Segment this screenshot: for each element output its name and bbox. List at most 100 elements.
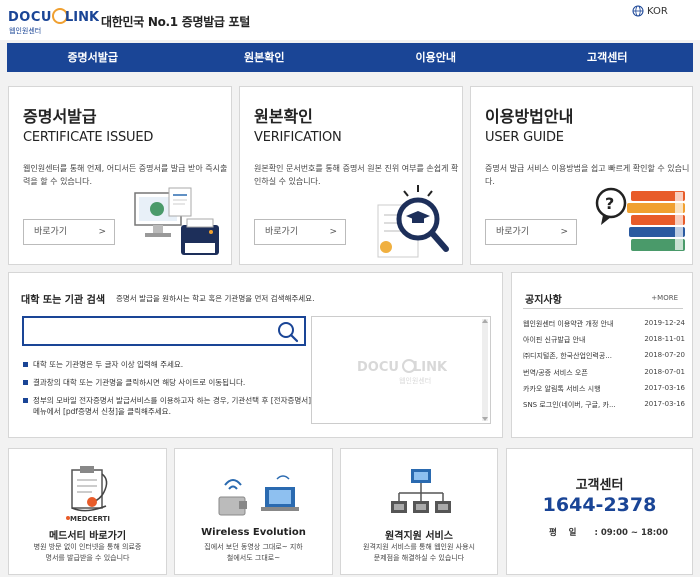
notice-item-title: 웹인원센터 이용약관 개정 안내 (523, 320, 614, 328)
search-title: 대학 또는 기관 검색 (21, 295, 106, 306)
customer-center-title: 고객센터 (575, 478, 624, 493)
medical-clipboard-icon: MEDCERTI (66, 466, 110, 523)
notice-item-title: 아이핀 신규발급 안내 (523, 336, 586, 345)
notice-item[interactable]: SNS 로그인(네이버, 구글, 카... 2017-03-16 (523, 400, 685, 416)
service-description: 집에서 보던 동영상 그대로~ 지하철에서도 그대로~ (204, 543, 303, 562)
notice-item-date: 2017-03-16 (644, 383, 685, 392)
scroll-down-arrow-icon[interactable] (482, 417, 488, 421)
doculink-logo[interactable]: DOCU LINK 웹인원센터 (7, 6, 99, 36)
notice-title: 공지사항 (525, 295, 562, 306)
service-title: Wireless Evolution (201, 527, 306, 538)
bullet-icon (23, 380, 28, 385)
service-title: 원격지원 서비스 (385, 531, 453, 542)
nav-item-guide[interactable]: 이용안내 (350, 43, 522, 72)
page: DOCU LINK 웹인원센터 대한민국 No.1 증명발급 포털 KOR 증명… (0, 0, 700, 577)
divider (523, 308, 683, 309)
card-subtitle: USER GUIDE (485, 130, 564, 145)
notice-item-date: 2018-07-01 (644, 367, 685, 376)
notice-item-title: ㈜디지털존, 한국산업인력공... (523, 352, 612, 361)
chevron-right-icon: > (98, 227, 106, 237)
customer-center-hours: 평 일 : 09:00 ~ 18:00 (549, 526, 668, 538)
notice-item[interactable]: ㈜디지털존, 한국산업인력공... 2018-07-20 (523, 351, 685, 367)
notice-item[interactable]: 아이핀 신규발급 안내 2018-11-01 (523, 335, 685, 351)
card-subtitle: CERTIFICATE ISSUED (23, 130, 154, 145)
svg-text:?: ? (605, 194, 614, 213)
card-title: 증명서발급 (23, 107, 97, 126)
bullet-icon (23, 362, 28, 367)
notice-item-title: 카카오 알림톡 서비스 시행 (523, 384, 601, 393)
language-selector[interactable]: KOR (632, 5, 668, 17)
notice-item[interactable]: 카카오 알림톡 서비스 시행 2017-03-16 (523, 384, 685, 400)
note-text: 대학 또는 기관명은 두 글자 이상 입력해 주세요. (33, 360, 184, 369)
chevron-right-icon: > (329, 227, 337, 237)
logo-sub: 웹인원센터 (9, 26, 41, 35)
nav-item-customer-center[interactable]: 고객센터 (522, 43, 694, 72)
scroll-up-arrow-icon[interactable] (482, 319, 488, 323)
service-medcerti[interactable]: MEDCERTI 메드서티 바로가기 병원 방문 없이 인터넷을 통해 의료증명… (8, 448, 167, 575)
site-slogan: 대한민국 No.1 증명발급 포털 (101, 15, 251, 29)
wireless-devices-icon (218, 475, 299, 516)
go-button-label: 바로가기 (496, 227, 530, 237)
notice-item[interactable]: 웹인원센터 이용약관 개정 안내 2019-12-24 (523, 319, 685, 335)
notice-item-date: 2018-07-20 (644, 351, 685, 360)
search-note: 결과창의 대학 또는 기관명을 클릭하시면 해당 사이트로 이동됩니다. (23, 377, 313, 388)
notice-item-date: 2019-12-24 (644, 319, 685, 327)
nav-item-certificate[interactable]: 증명서발급 (7, 43, 179, 72)
notice-item-title: 번역/공증 서비스 오픈 (523, 368, 588, 377)
globe-icon (632, 5, 644, 17)
note-text: 정부의 모바일 전자증명서 발급서비스를 이용하고자 하는 경우, 기관선택 후… (33, 396, 312, 416)
card-certificate: 증명서발급 CERTIFICATE ISSUED 웹인원센터를 통해 언제, 어… (8, 86, 232, 265)
card-user-guide: 이용방법안내 USER GUIDE 증명서 발급 서비스 이용방법을 쉽고 빠르… (470, 86, 693, 265)
search-note: 정부의 모바일 전자증명서 발급서비스를 이용하고자 하는 경우, 기관선택 후… (23, 395, 313, 417)
logo-text-link: LINK (65, 10, 99, 25)
computer-printer-icon (134, 187, 219, 255)
question-books-icon: ? (595, 187, 685, 251)
watermark-logo: DOCU LINK 웹인원센터 (357, 359, 447, 385)
search-input[interactable] (28, 321, 268, 341)
notice-panel: 공지사항 +MORE 웹인원센터 이용약관 개정 안내 2019-12-24 아이… (511, 272, 693, 438)
watermark-link: LINK (413, 360, 447, 375)
service-description: 병원 방문 없이 인터넷을 통해 의료증명서를 발급받을 수 있습니다 (33, 543, 142, 562)
scrollbar[interactable] (482, 319, 488, 421)
notice-item-title: SNS 로그인(네이버, 구글, 카... (523, 400, 616, 409)
search-notes: 대학 또는 기관명은 두 글자 이상 입력해 주세요. 결과창의 대학 또는 기… (23, 359, 313, 424)
notice-more-link[interactable]: +MORE (651, 294, 678, 302)
go-button-guide[interactable]: 바로가기 > (485, 219, 577, 245)
hours-label: 평 일 (549, 528, 577, 538)
watermark-docu: DOCU (357, 360, 399, 375)
search-note: 대학 또는 기관명은 두 글자 이상 입력해 주세요. (23, 359, 313, 370)
service-wireless[interactable]: Wireless Evolution 집에서 보던 동영상 그대로~ 지하철에서… (174, 448, 333, 575)
customer-center-panel: 고객센터 1644-2378 평 일 : 09:00 ~ 18:00 (506, 448, 693, 575)
service-remote-support[interactable]: 원격지원 서비스 원격지원 서비스를 통해 웹인원 사용시 문제점을 해결하실 … (340, 448, 498, 575)
service-title: 메드서티 바로가기 (48, 531, 127, 542)
chevron-right-icon: > (560, 227, 568, 237)
notice-item[interactable]: 번역/공증 서비스 오픈 2018-07-01 (523, 368, 685, 384)
magnifier-certificate-icon (377, 185, 449, 258)
go-button-certificate[interactable]: 바로가기 > (23, 219, 115, 245)
main-nav: 증명서발급 원본확인 이용안내 고객센터 (7, 43, 693, 72)
search-box (22, 316, 306, 346)
customer-center-phone: 1644-2378 (542, 494, 657, 516)
note-text: 결과창의 대학 또는 기관명을 클릭하시면 해당 사이트로 이동됩니다. (33, 378, 246, 387)
header: DOCU LINK 웹인원센터 대한민국 No.1 증명발급 포털 KOR (0, 0, 700, 40)
card-subtitle: VERIFICATION (254, 130, 342, 145)
institution-search-panel: 대학 또는 기관 검색 증명서 발급을 원하시는 학교 혹은 기관명을 먼저 검… (8, 272, 503, 438)
watermark-sub: 웹인원센터 (399, 376, 431, 385)
card-title: 원본확인 (254, 107, 313, 126)
notice-list: 웹인원센터 이용약관 개정 안내 2019-12-24 아이핀 신규발급 안내 20… (523, 319, 685, 416)
card-title: 이용방법안내 (485, 107, 574, 126)
search-icon[interactable] (277, 321, 299, 343)
search-results-preview: DOCU LINK 웹인원센터 (311, 316, 491, 424)
go-button-verification[interactable]: 바로가기 > (254, 219, 346, 245)
nav-item-verification[interactable]: 원본확인 (179, 43, 351, 72)
notice-item-date: 2018-11-01 (644, 335, 685, 344)
service-description: 원격지원 서비스를 통해 웹인원 사용시 문제점을 해결하실 수 있습니다 (363, 543, 475, 562)
network-icon (391, 469, 451, 513)
go-button-label: 바로가기 (265, 227, 299, 237)
language-label: KOR (647, 5, 668, 17)
bullet-icon (23, 398, 28, 403)
card-verification: 원본확인 VERIFICATION 원본확인 문서번호를 통해 증명서 원본 진… (239, 86, 463, 265)
go-button-label: 바로가기 (34, 227, 68, 237)
hours-value: : 09:00 ~ 18:00 (594, 528, 668, 538)
search-hint: 증명서 발급을 원하시는 학교 혹은 기관명을 먼저 검색해주세요. (116, 294, 315, 303)
